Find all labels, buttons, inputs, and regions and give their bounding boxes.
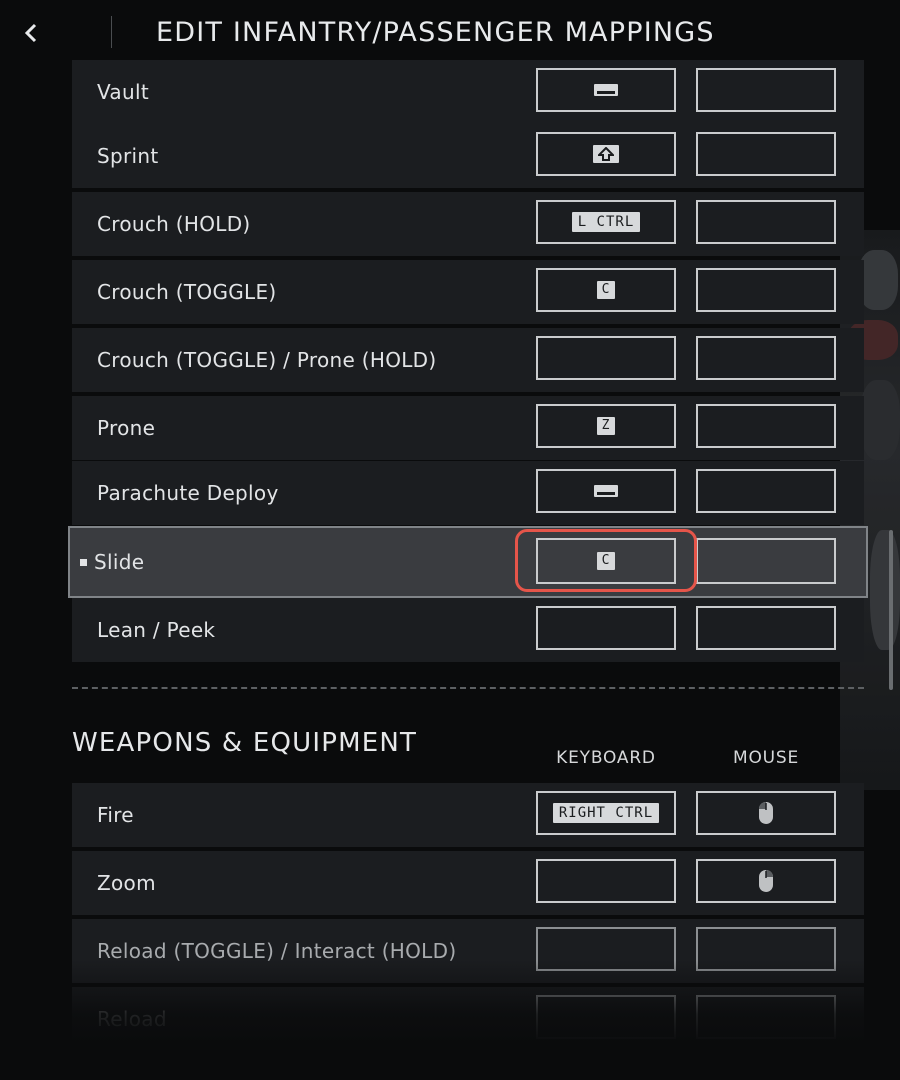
keyboard-binding-slot[interactable] (536, 336, 676, 380)
keyboard-binding-slot[interactable] (536, 927, 676, 971)
binding-label: Fire (97, 803, 134, 827)
section-title: WEAPONS & EQUIPMENT (72, 728, 418, 758)
mouse-binding-slot[interactable] (696, 132, 836, 176)
section-divider (72, 687, 864, 689)
binding-label: Crouch (HOLD) (97, 212, 251, 236)
keycap: C (596, 281, 616, 299)
binding-row-fire[interactable]: Fire RIGHT CTRL (72, 783, 864, 847)
keyboard-binding-slot[interactable] (536, 995, 676, 1039)
header-separator (111, 16, 112, 48)
selection-marker (80, 559, 87, 566)
binding-label: Reload (97, 1007, 167, 1031)
mouse-binding-slot[interactable] (696, 336, 836, 380)
keycap: RIGHT CTRL (552, 803, 660, 823)
keyboard-binding-slot[interactable] (536, 859, 676, 903)
mouse-binding-slot[interactable] (696, 538, 836, 584)
shift-key-icon (593, 145, 619, 163)
keycap: Z (596, 417, 616, 435)
binding-label: Sprint (97, 144, 159, 168)
mouse-binding-slot[interactable] (696, 927, 836, 971)
mouse-binding-slot[interactable] (696, 859, 836, 903)
binding-row-slide[interactable]: Slide C (68, 526, 868, 598)
binding-row-parachute-deploy[interactable]: Parachute Deploy (72, 461, 864, 525)
binding-label: Lean / Peek (97, 618, 216, 642)
mouse-binding-slot[interactable] (696, 200, 836, 244)
keyboard-binding-slot[interactable]: RIGHT CTRL (536, 791, 676, 835)
binding-label: Crouch (TOGGLE) (97, 280, 277, 304)
space-key-icon (594, 84, 618, 96)
mouse-left-icon (759, 802, 773, 824)
keyboard-binding-slot[interactable]: C (536, 268, 676, 312)
space-key-icon (594, 485, 618, 497)
binding-label: Slide (94, 550, 145, 574)
binding-label: Reload (TOGGLE) / Interact (HOLD) (97, 939, 457, 963)
scrollbar-thumb[interactable] (889, 530, 893, 690)
column-header-keyboard: KEYBOARD (556, 748, 656, 768)
mouse-binding-slot[interactable] (696, 995, 836, 1039)
keyboard-binding-slot[interactable]: C (536, 538, 676, 584)
top-bar: EDIT INFANTRY/PASSENGER MAPPINGS (0, 0, 900, 62)
mouse-binding-slot[interactable] (696, 68, 836, 112)
mouse-binding-slot[interactable] (696, 404, 836, 448)
keyboard-binding-slot[interactable] (536, 606, 676, 650)
keycap: L CTRL (571, 212, 641, 232)
binding-row-lean-peek[interactable]: Lean / Peek (72, 598, 864, 662)
binding-row-crouch-toggle[interactable]: Crouch (TOGGLE) C (72, 260, 864, 324)
binding-row-zoom[interactable]: Zoom (72, 851, 864, 915)
binding-label: Vault (97, 80, 149, 104)
binding-row-crouch-hold[interactable]: Crouch (HOLD) L CTRL (72, 192, 864, 256)
chevron-left-icon (24, 23, 37, 43)
binding-label: Zoom (97, 871, 156, 895)
mouse-right-icon (759, 870, 773, 892)
mouse-binding-slot[interactable] (696, 606, 836, 650)
binding-row-reload-interact[interactable]: Reload (TOGGLE) / Interact (HOLD) (72, 919, 864, 983)
column-header-mouse: MOUSE (732, 748, 800, 768)
binding-label: Crouch (TOGGLE) / Prone (HOLD) (97, 348, 437, 372)
binding-label: Parachute Deploy (97, 481, 279, 505)
keycap: C (596, 552, 616, 570)
keyboard-binding-slot[interactable] (536, 469, 676, 513)
binding-row-vault[interactable]: Vault (72, 60, 864, 124)
keyboard-binding-slot[interactable]: Z (536, 404, 676, 448)
binding-row-crouch-toggle-prone-hold[interactable]: Crouch (TOGGLE) / Prone (HOLD) (72, 328, 864, 392)
binding-label: Prone (97, 416, 156, 440)
keyboard-binding-slot[interactable] (536, 132, 676, 176)
binding-row-reload[interactable]: Reload (72, 987, 864, 1051)
mouse-binding-slot[interactable] (696, 791, 836, 835)
keyboard-binding-slot[interactable] (536, 68, 676, 112)
back-button[interactable] (14, 16, 48, 50)
mouse-binding-slot[interactable] (696, 268, 836, 312)
keyboard-binding-slot[interactable]: L CTRL (536, 200, 676, 244)
page-title: EDIT INFANTRY/PASSENGER MAPPINGS (156, 17, 715, 48)
binding-row-sprint[interactable]: Sprint (72, 124, 864, 188)
binding-row-prone[interactable]: Prone Z (72, 396, 864, 460)
mouse-binding-slot[interactable] (696, 469, 836, 513)
